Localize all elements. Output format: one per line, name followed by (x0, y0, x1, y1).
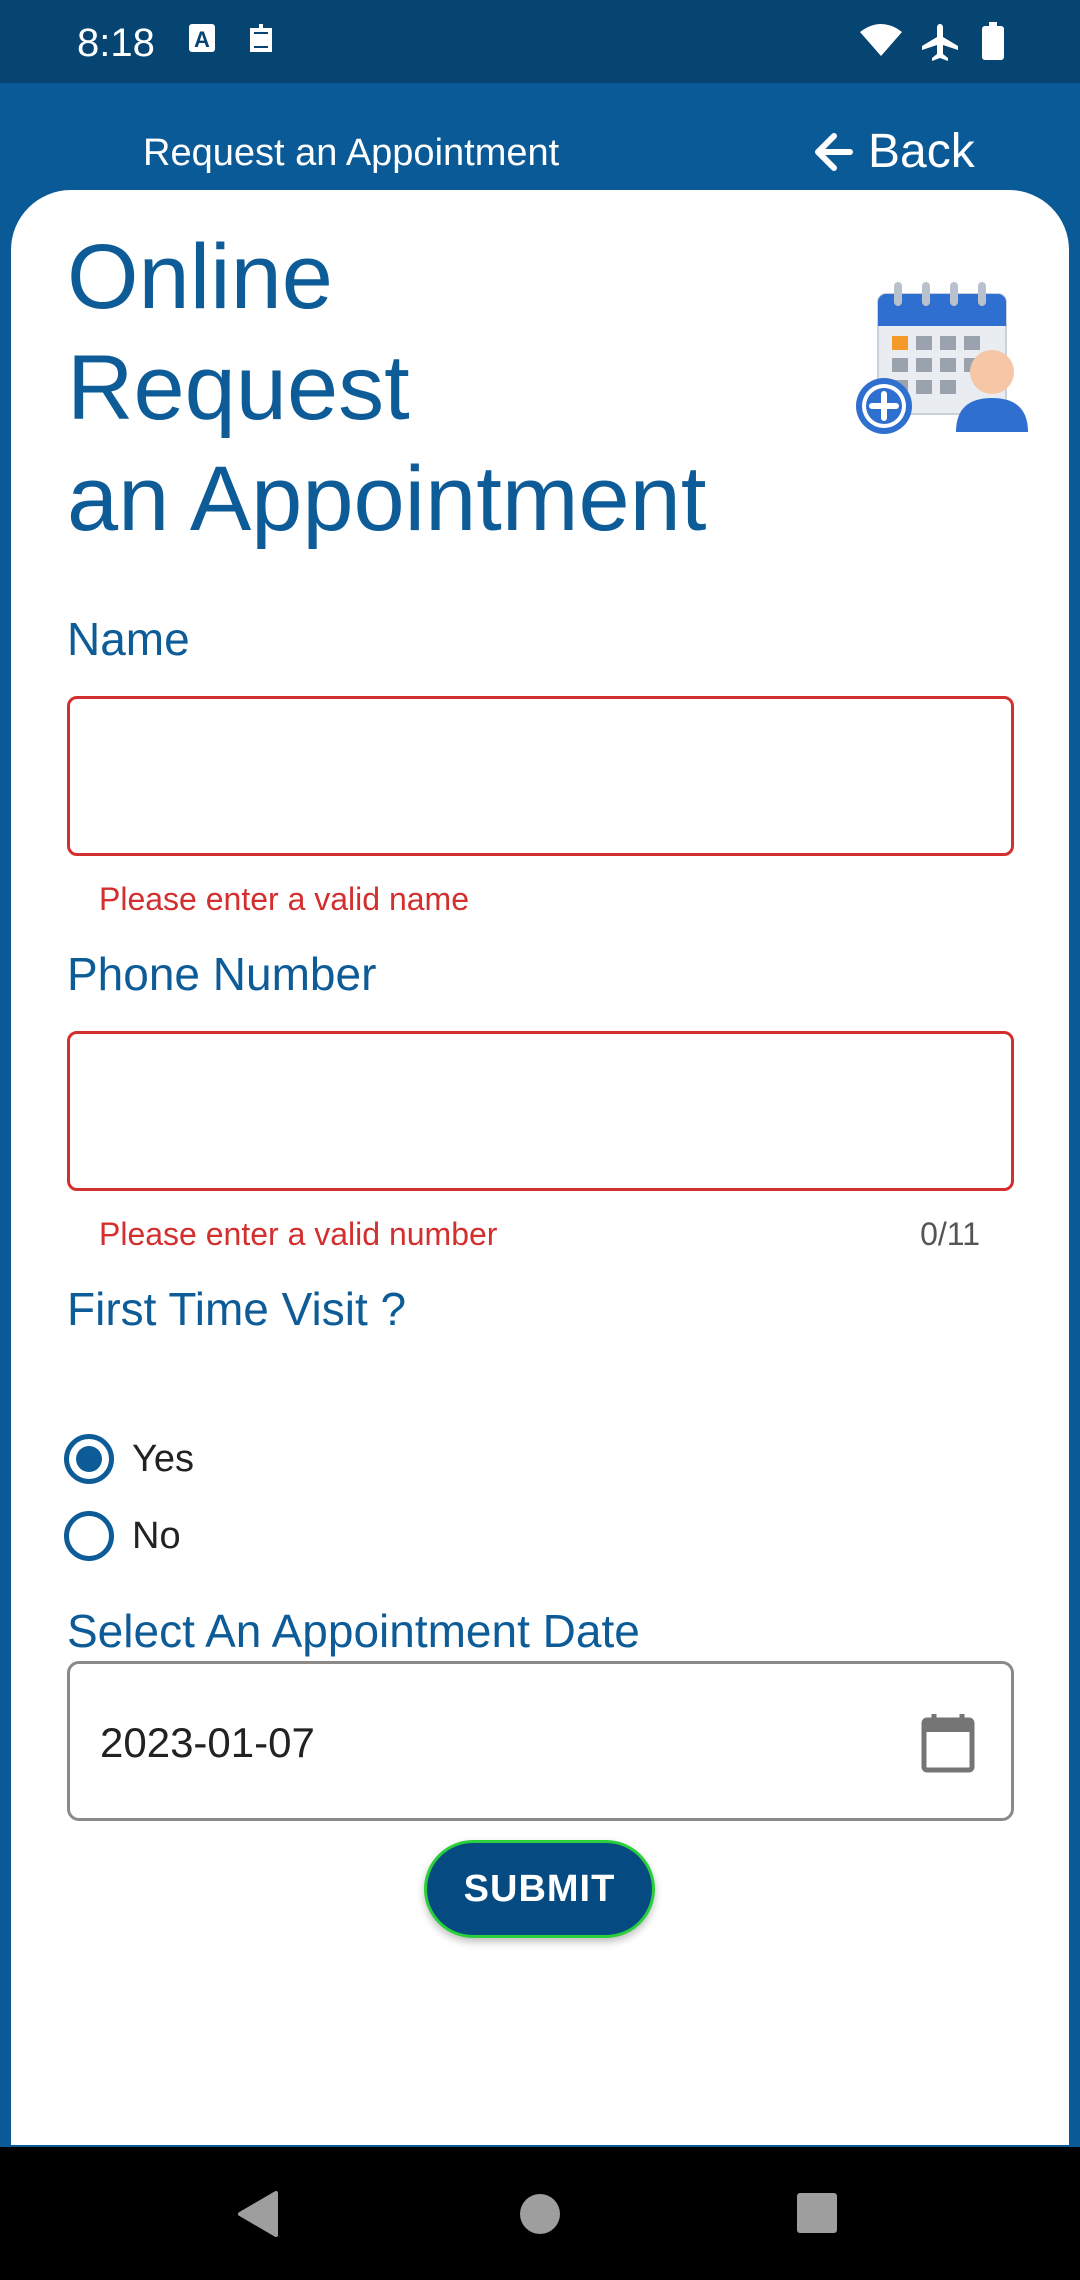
date-value: 2023-01-07 (100, 1719, 315, 1766)
phone-input[interactable] (67, 1031, 1014, 1191)
wifi-icon (860, 24, 902, 56)
phone-label: Phone Number (67, 948, 377, 1000)
date-picker-field[interactable]: 2023-01-07 (67, 1661, 1014, 1821)
radio-option-yes[interactable]: Yes (64, 1431, 194, 1487)
robot-icon (250, 24, 272, 52)
back-button[interactable]: Back (810, 123, 975, 181)
battery-icon (982, 22, 1004, 60)
name-input[interactable] (67, 696, 1014, 856)
recents-square-icon[interactable] (797, 2193, 837, 2233)
home-circle-icon[interactable] (519, 2193, 561, 2235)
page-title: Online Request an Appointment (67, 222, 847, 555)
font-a-icon: A (189, 24, 215, 52)
date-label: Select An Appointment Date (67, 1605, 640, 1657)
radio-label-no: No (132, 1515, 181, 1557)
airplane-icon (922, 24, 958, 61)
back-label: Back (868, 125, 975, 178)
svg-text:A: A (194, 27, 210, 52)
radio-button-no[interactable] (64, 1511, 114, 1561)
phone-error: Please enter a valid number (99, 1216, 498, 1252)
page-title-line-3: an Appointment (67, 448, 707, 550)
submit-button[interactable]: SUBMIT (424, 1840, 655, 1938)
first-visit-label: First Time Visit ? (67, 1283, 407, 1335)
radio-option-no[interactable]: No (64, 1508, 181, 1564)
page-title-line-1: Online (67, 226, 333, 328)
app-bar: Request an Appointment Back (0, 83, 1080, 193)
system-nav-bar (0, 2147, 1080, 2280)
radio-button-yes[interactable] (64, 1434, 114, 1484)
name-label: Name (67, 613, 190, 665)
status-time: 8:18 (77, 21, 155, 65)
status-bar: 8:18 A (0, 0, 1080, 83)
phone-char-counter: 0/11 (920, 1216, 980, 1252)
radio-label-yes: Yes (132, 1438, 194, 1480)
arrow-left-icon (815, 133, 853, 171)
back-triangle-icon[interactable] (236, 2191, 280, 2237)
app-bar-title: Request an Appointment (143, 132, 560, 174)
page-title-line-2: Request (67, 337, 410, 439)
name-error: Please enter a valid name (99, 881, 469, 917)
calendar-icon[interactable] (920, 1712, 976, 1774)
calendar-add-user-icon (856, 282, 1028, 434)
